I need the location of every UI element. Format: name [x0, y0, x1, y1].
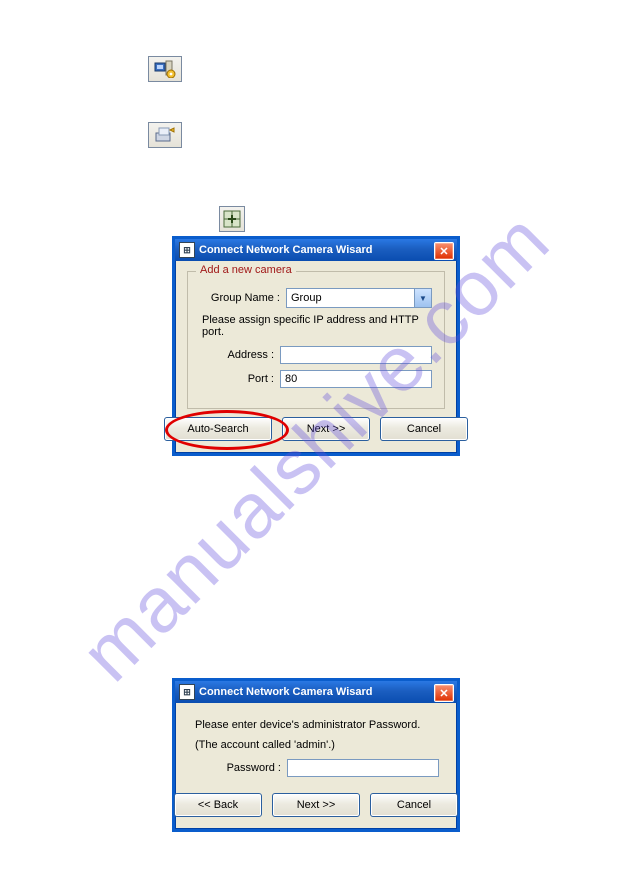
password-instruction-1: Please enter device's administrator Pass… — [195, 719, 439, 731]
cancel-button[interactable]: Cancel — [380, 417, 468, 441]
group-name-select[interactable]: Group ▼ — [286, 288, 432, 308]
port-input[interactable] — [280, 370, 432, 388]
group-name-value: Group — [291, 292, 322, 304]
port-label: Port : — [200, 373, 280, 385]
add-camera-dialog: ⊞ Connect Network Camera Wisard ✕ Add a … — [172, 236, 460, 456]
dialog-title: Connect Network Camera Wisard — [199, 244, 373, 256]
dialog-title: Connect Network Camera Wisard — [199, 686, 373, 698]
group-name-label: Group Name : — [200, 292, 286, 304]
password-input[interactable] — [287, 759, 439, 777]
close-icon[interactable]: ✕ — [434, 242, 454, 260]
grid-plus-icon[interactable] — [219, 206, 245, 232]
password-instruction-2: (The account called 'admin'.) — [195, 739, 439, 751]
app-icon: ⊞ — [179, 684, 195, 700]
cancel-button[interactable]: Cancel — [370, 793, 458, 817]
dialog-titlebar: ⊞ Connect Network Camera Wisard ✕ — [175, 239, 457, 261]
instruction-text: Please assign specific IP address and HT… — [202, 314, 432, 338]
password-dialog: ⊞ Connect Network Camera Wisard ✕ Please… — [172, 678, 460, 832]
chevron-down-icon[interactable]: ▼ — [414, 289, 431, 307]
scanner-icon[interactable] — [148, 122, 182, 148]
auto-search-button[interactable]: Auto-Search — [164, 417, 272, 441]
address-label: Address : — [200, 349, 280, 361]
address-input[interactable] — [280, 346, 432, 364]
next-button[interactable]: Next >> — [282, 417, 370, 441]
app-icon: ⊞ — [179, 242, 195, 258]
add-camera-group: Add a new camera Group Name : Group ▼ Pl… — [187, 271, 445, 409]
fieldset-legend: Add a new camera — [196, 264, 296, 276]
next-button[interactable]: Next >> — [272, 793, 360, 817]
dialog-titlebar: ⊞ Connect Network Camera Wisard ✕ — [175, 681, 457, 703]
back-button[interactable]: << Back — [174, 793, 262, 817]
password-label: Password : — [193, 762, 287, 774]
close-icon[interactable]: ✕ — [434, 684, 454, 702]
computer-gear-icon[interactable] — [148, 56, 182, 82]
